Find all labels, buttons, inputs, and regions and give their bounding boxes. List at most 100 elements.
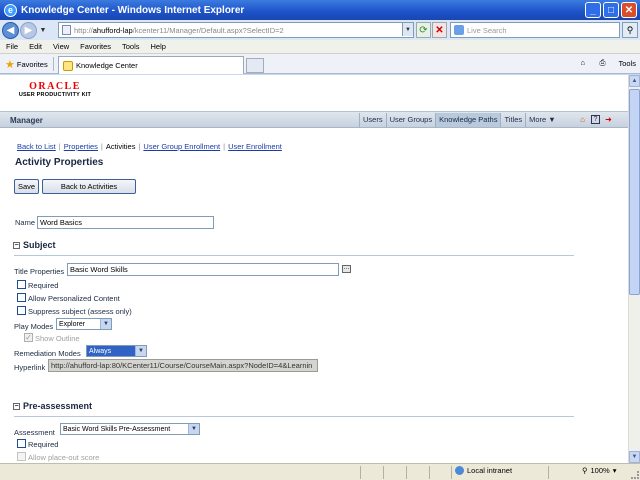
stop-icon[interactable]: ✕ xyxy=(432,22,447,38)
command-bar: ⌂ ⎙ Tools xyxy=(580,58,636,69)
divider xyxy=(383,466,384,479)
live-search-icon xyxy=(454,25,464,35)
remediation-modes-select[interactable]: Always ▼ xyxy=(86,345,147,357)
menu-bar: File Edit View Favorites Tools Help xyxy=(0,40,640,54)
status-bar: Local intranet ⚲ 100% ▾ xyxy=(0,463,640,480)
back-nav-button[interactable]: ◀ xyxy=(2,21,19,39)
user-enrollment-link[interactable]: User Enrollment xyxy=(228,142,282,151)
required-label: Required xyxy=(28,281,59,290)
star-icon: ★ xyxy=(5,59,15,71)
assessment-select[interactable]: Basic Word Skills Pre-Assessment ▼ xyxy=(60,423,200,435)
zoom-control[interactable]: ⚲ 100% ▾ xyxy=(582,466,616,475)
menu-view[interactable]: View xyxy=(53,42,69,51)
preassessment-heading: Pre-assessment xyxy=(23,401,93,411)
logout-icon[interactable]: ➜ xyxy=(604,115,613,124)
search-icon[interactable]: ⚲ xyxy=(622,22,638,38)
remediation-value: Always xyxy=(89,347,112,355)
tab-page-icon xyxy=(63,60,73,71)
security-zone: Local intranet xyxy=(455,466,512,475)
title-properties-label: Title Properties xyxy=(14,267,65,276)
refresh-icon[interactable]: ⟳ xyxy=(416,22,431,38)
preassessment-required-checkbox[interactable] xyxy=(17,439,26,448)
scroll-down-icon[interactable]: ▼ xyxy=(629,451,640,463)
title-properties-input[interactable]: Basic Word Skills xyxy=(67,263,339,276)
divider xyxy=(360,466,361,479)
favorites-button[interactable]: ★ Favorites xyxy=(5,58,48,71)
divider xyxy=(451,466,452,479)
address-bar: ◀ ▶ ▼ http://ahufford-lap/kcenter11/Mana… xyxy=(0,20,640,40)
tab-user-groups[interactable]: User Groups xyxy=(385,113,436,127)
manager-title: Manager xyxy=(10,116,43,125)
window-controls: _ □ ✕ xyxy=(585,2,637,18)
home-icon[interactable]: ⌂ xyxy=(580,58,591,69)
new-tab-button[interactable] xyxy=(246,58,264,73)
favorites-label: Favorites xyxy=(16,60,48,69)
help-icon[interactable]: ? xyxy=(591,115,600,124)
tools-menu[interactable]: Tools xyxy=(618,59,636,68)
chevron-down-icon: ▼ xyxy=(188,424,199,434)
hyperlink-field[interactable]: http://ahufford-lap:80/KCenter11/Course/… xyxy=(48,359,318,372)
required-checkbox[interactable] xyxy=(17,280,26,289)
app-header: ORACLE USER PRODUCTIVITY KIT xyxy=(0,75,628,111)
allow-placeout-checkbox xyxy=(17,452,26,461)
subject-section-header[interactable]: − Subject xyxy=(13,240,56,250)
scroll-up-icon[interactable]: ▲ xyxy=(629,75,640,87)
zone-label: Local intranet xyxy=(467,466,513,475)
allow-personalized-label: Allow Personalized Content xyxy=(28,294,120,303)
browser-tab[interactable]: Knowledge Center xyxy=(58,56,244,74)
resize-grip[interactable] xyxy=(631,471,639,479)
page-viewport: ORACLE USER PRODUCTIVITY KIT Manager Use… xyxy=(0,75,628,463)
menu-help[interactable]: Help xyxy=(151,42,166,51)
forward-nav-button[interactable]: ▶ xyxy=(20,21,37,39)
scroll-thumb[interactable] xyxy=(629,89,640,295)
zoom-icon: ⚲ xyxy=(582,466,588,475)
tab-knowledge-paths[interactable]: Knowledge Paths xyxy=(435,113,501,127)
allow-personalized-checkbox[interactable] xyxy=(17,293,26,302)
url-path: /kcenter11/Manager/Default.aspx?SelectID… xyxy=(132,25,284,35)
divider: | xyxy=(100,142,103,151)
preassessment-section-header[interactable]: − Pre-assessment xyxy=(13,401,92,411)
logo-subtitle: USER PRODUCTIVITY KIT xyxy=(18,92,92,98)
name-input[interactable]: Word Basics xyxy=(37,216,214,229)
history-dropdown-icon[interactable]: ▼ xyxy=(38,27,48,34)
save-button[interactable]: Save xyxy=(14,179,39,194)
browse-icon[interactable]: … xyxy=(342,265,351,273)
back-to-list-link[interactable]: Back to List xyxy=(17,142,56,151)
tab-titles[interactable]: Titles xyxy=(500,113,525,127)
tab-more[interactable]: More ▼ xyxy=(525,113,559,127)
minimize-button[interactable]: _ xyxy=(585,2,601,18)
url-prefix: http:// xyxy=(74,25,93,35)
print-icon[interactable]: ⎙ xyxy=(599,58,610,69)
menu-edit[interactable]: Edit xyxy=(29,42,42,51)
play-modes-select[interactable]: Explorer ▼ xyxy=(56,318,112,330)
search-input[interactable]: Live Search xyxy=(450,22,620,38)
remediation-modes-label: Remediation Modes xyxy=(14,349,81,358)
show-outline-checkbox: ✓ xyxy=(24,333,33,342)
user-group-enrollment-link[interactable]: User Group Enrollment xyxy=(143,142,220,151)
vertical-scrollbar[interactable]: ▲ ▼ xyxy=(628,75,640,463)
chevron-down-icon: ▼ xyxy=(100,319,111,329)
tab-users[interactable]: Users xyxy=(359,113,386,127)
menu-tools[interactable]: Tools xyxy=(122,42,140,51)
play-modes-label: Play Modes xyxy=(14,322,54,331)
maximize-button[interactable]: □ xyxy=(603,2,619,18)
home-icon[interactable]: ⌂ xyxy=(578,115,587,124)
url-dropdown-icon[interactable]: ▼ xyxy=(402,23,413,36)
suppress-subject-checkbox[interactable] xyxy=(17,306,26,315)
zoom-level: 100% xyxy=(590,466,610,475)
properties-link[interactable]: Properties xyxy=(64,142,98,151)
url-input[interactable]: http://ahufford-lap/kcenter11/Manager/De… xyxy=(58,22,414,38)
menu-favorites[interactable]: Favorites xyxy=(80,42,111,51)
assessment-value: Basic Word Skills Pre-Assessment xyxy=(63,425,171,433)
divider: | xyxy=(138,142,141,151)
collapse-icon[interactable]: − xyxy=(13,402,20,410)
manager-bar: Manager Users User Groups Knowledge Path… xyxy=(0,111,628,128)
section-divider xyxy=(14,416,574,417)
name-label: Name xyxy=(15,218,36,227)
url-host: ahufford-lap xyxy=(92,25,133,35)
close-button[interactable]: ✕ xyxy=(621,2,637,18)
collapse-icon[interactable]: − xyxy=(13,241,20,249)
menu-file[interactable]: File xyxy=(6,42,18,51)
page-title: Activity Properties xyxy=(15,157,104,168)
back-to-activities-button[interactable]: Back to Activities xyxy=(42,179,136,194)
